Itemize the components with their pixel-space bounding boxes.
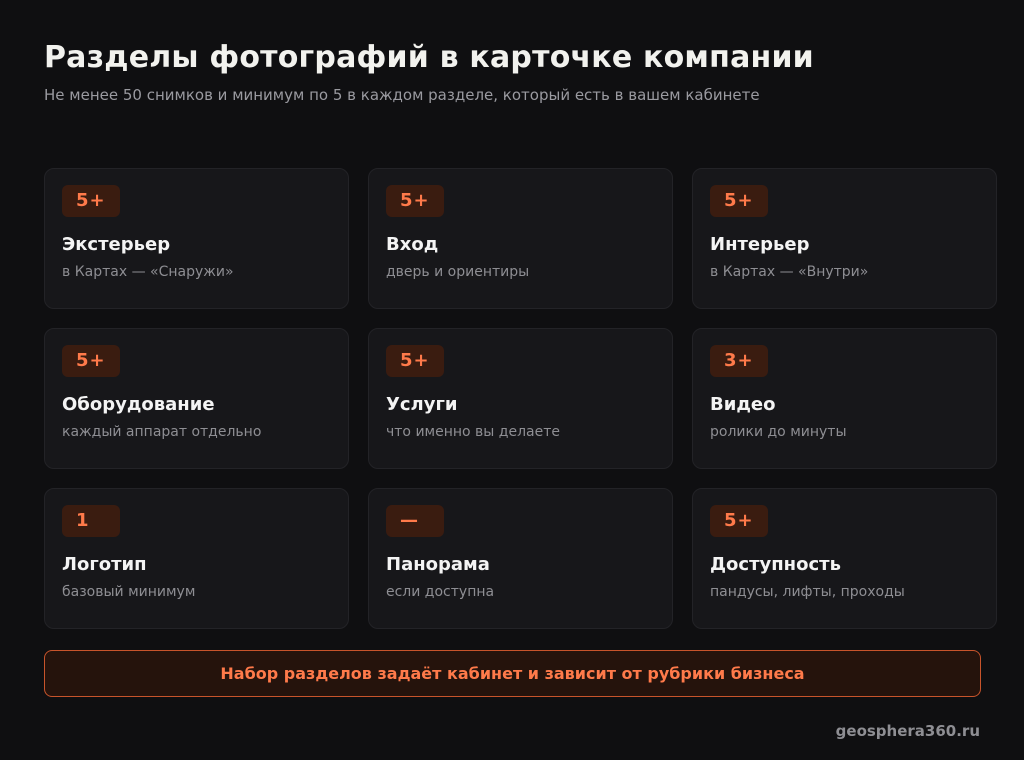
count-badge: 5+ (62, 185, 120, 217)
section-description: ролики до минуты (710, 424, 847, 440)
count-badge: 1 (62, 505, 120, 537)
footer-site-link: geosphera360.ru (835, 722, 980, 740)
section-title: Оборудование (62, 394, 215, 415)
section-card-exterior: 5+ Экстерьер в Картах — «Снаружи» (44, 168, 349, 309)
section-description: каждый аппарат отдельно (62, 424, 262, 440)
section-card-services: 5+ Услуги что именно вы делаете (368, 328, 673, 469)
section-card-equipment: 5+ Оборудование каждый аппарат отдельно (44, 328, 349, 469)
page-title: Разделы фотографий в карточке компании (44, 40, 814, 75)
count-badge: 5+ (62, 345, 120, 377)
count-badge: 5+ (710, 185, 768, 217)
section-title: Экстерьер (62, 234, 171, 255)
section-description: пандусы, лифты, проходы (710, 584, 905, 600)
section-title: Интерьер (710, 234, 810, 255)
section-card-entrance: 5+ Вход дверь и ориентиры (368, 168, 673, 309)
section-title: Панорама (386, 554, 490, 575)
page-subtitle: Не менее 50 снимков и минимум по 5 в каж… (44, 86, 760, 104)
section-title: Вход (386, 234, 439, 255)
count-badge: 5+ (710, 505, 768, 537)
count-badge: 5+ (386, 345, 444, 377)
section-description: что именно вы делаете (386, 424, 560, 440)
section-description: базовый минимум (62, 584, 196, 600)
count-badge: — (386, 505, 444, 537)
section-title: Логотип (62, 554, 147, 575)
count-badge: 5+ (386, 185, 444, 217)
count-badge: 3+ (710, 345, 768, 377)
notice-banner: Набор разделов задаёт кабинет и зависит … (44, 650, 981, 697)
section-title: Видео (710, 394, 776, 415)
sections-grid: 5+ Экстерьер в Картах — «Снаружи» 5+ Вхо… (44, 168, 997, 629)
section-card-video: 3+ Видео ролики до минуты (692, 328, 997, 469)
section-card-panorama: — Панорама если доступна (368, 488, 673, 629)
section-title: Услуги (386, 394, 458, 415)
section-card-logo: 1 Логотип базовый минимум (44, 488, 349, 629)
section-description: если доступна (386, 584, 495, 600)
section-card-accessibility: 5+ Доступность пандусы, лифты, проходы (692, 488, 997, 629)
section-description: в Картах — «Снаружи» (62, 264, 234, 280)
section-card-interior: 5+ Интерьер в Картах — «Внутри» (692, 168, 997, 309)
section-title: Доступность (710, 554, 841, 575)
section-description: в Картах — «Внутри» (710, 264, 869, 280)
section-description: дверь и ориентиры (386, 264, 530, 280)
